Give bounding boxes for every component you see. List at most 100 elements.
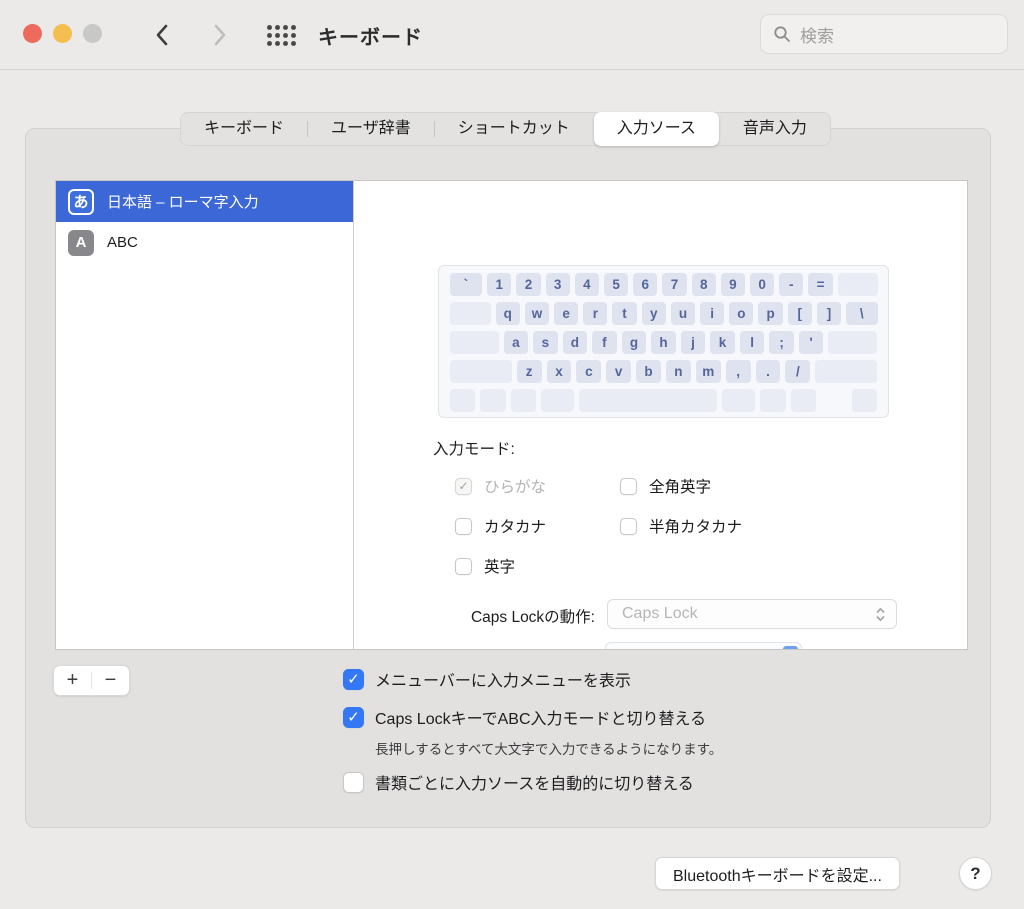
key-5: 5: [603, 273, 629, 296]
search-placeholder: 検索: [800, 26, 834, 46]
keyboard-row: z x c v b n m,. /: [447, 360, 880, 383]
input-source-label: 日本語 – ローマ字入力: [107, 194, 259, 211]
tab-3[interactable]: ショートカット: [435, 112, 593, 146]
key-d: d: [562, 331, 588, 354]
checkbox[interactable]: [620, 477, 637, 495]
key-4: 4: [574, 273, 599, 296]
key-w: w: [524, 302, 550, 325]
option-checkbox-row[interactable]: ✓ メニューバーに入力メニューを表示: [343, 667, 722, 691]
system-preferences-window: キーボード 検索 キーボード ユーザ辞書 ショートカット 入力ソース 音声入力 あ日本語…: [0, 0, 1024, 909]
key-q: q: [495, 302, 520, 325]
checkbox-label: メニューバーに入力メニューを表示: [375, 673, 631, 690]
input-source-label: ABC: [107, 234, 138, 251]
blank-key: [790, 389, 817, 412]
minimize-button[interactable]: [53, 24, 72, 43]
key-z: z: [516, 360, 542, 383]
key-v: v: [606, 360, 632, 383]
key-o: o: [729, 302, 754, 325]
show-all-grid-icon[interactable]: [267, 25, 296, 46]
key-x: x: [546, 360, 572, 383]
space-key: [579, 389, 718, 412]
keyboard-row: ` 1 2 3 4 5 6 7 8 9 0- =: [447, 273, 880, 296]
key-3: 3: [545, 273, 570, 296]
key-r: r: [583, 302, 608, 325]
input-source-badge: あ: [68, 188, 94, 215]
tab-1[interactable]: キーボード: [181, 112, 307, 146]
checkbox-label: 英字: [484, 559, 516, 576]
input-source-row[interactable]: A ABC: [56, 222, 353, 263]
close-button[interactable]: [23, 24, 42, 43]
checkbox[interactable]: [455, 517, 472, 535]
key-b: b: [636, 360, 661, 383]
blank-key: [722, 389, 756, 412]
key-[: [: [787, 302, 812, 325]
checkbox[interactable]: [620, 517, 637, 535]
key-7: 7: [662, 273, 687, 296]
key-': ': [798, 331, 824, 354]
key-y: y: [641, 302, 666, 325]
checkbox-label: 全角英字: [649, 479, 712, 496]
key-e: e: [554, 302, 579, 325]
tab-2[interactable]: ユーザ辞書: [308, 112, 434, 146]
checkbox[interactable]: [343, 771, 364, 793]
checkbox[interactable]: ✓: [343, 706, 364, 728]
tab-5[interactable]: 音声入力: [720, 112, 830, 146]
help-button[interactable]: ?: [959, 857, 992, 890]
keyboard-row: q w e r t y u i o p[] \: [447, 302, 880, 325]
caps-lock-action-label: Caps Lockの動作:: [470, 609, 595, 626]
checkbox[interactable]: [455, 557, 472, 575]
checkbox-label: カタカナ: [484, 519, 547, 536]
key-f: f: [592, 331, 617, 354]
option-checkbox-row[interactable]: 書類ごとに入力ソースを自動的に切り替える: [343, 770, 722, 794]
caps-lock-action-popup: Caps Lock: [607, 599, 897, 629]
checkbox-label: 半角カタカナ: [649, 519, 743, 536]
global-options: ✓ メニューバーに入力メニューを表示 ✓ Caps LockキーでABC入力モードと切…: [343, 667, 722, 794]
add-input-source-button[interactable]: +: [54, 666, 91, 695]
keyboard-row: [447, 389, 880, 412]
key-`: `: [449, 273, 483, 296]
option-checkbox-row[interactable]: ✓ Caps LockキーでABC入力モードと切り替える: [343, 705, 722, 729]
input-mode-option: ✓ ひらがな: [455, 476, 620, 496]
key-u: u: [670, 302, 696, 325]
input-mode-option[interactable]: カタカナ: [455, 516, 620, 536]
search-icon: [774, 26, 790, 42]
key--: -: [779, 273, 804, 296]
input-source-row[interactable]: あ日本語 – ローマ字入力: [56, 181, 353, 222]
input-source-panel: あ日本語 – ローマ字入力 A ABC ` 1 2 3 4 5 6 7 8 9 0- = q w e r t y u i o…: [55, 180, 968, 650]
input-mode-option[interactable]: 全角英字: [620, 476, 742, 496]
toolbar: キーボード 検索: [0, 0, 1024, 70]
tab-4[interactable]: 入力ソース: [593, 112, 719, 146]
blank-key: [480, 389, 506, 412]
input-mode-option[interactable]: 半角カタカナ: [620, 516, 742, 536]
input-source-detail: ` 1 2 3 4 5 6 7 8 9 0- = q w e r t y u i o p[] \ a s d f g h j k l; ' z x c…: [355, 181, 969, 649]
option-note: 長押しするとすべて大文字で入力できるようになります。: [375, 742, 723, 757]
key-1: 1: [487, 273, 512, 296]
updown-arrow-key: [821, 389, 847, 412]
remove-input-source-button[interactable]: −: [92, 666, 129, 695]
key-n: n: [665, 360, 691, 383]
popup-stepper-blue: [783, 646, 798, 649]
blank-key: [449, 302, 491, 325]
checkbox[interactable]: ✓: [343, 668, 364, 690]
input-mode-label: 入力モード:: [433, 441, 515, 458]
key-m: m: [695, 360, 721, 383]
setup-bluetooth-keyboard-button[interactable]: Bluetoothキーボードを設定...: [655, 857, 900, 890]
key-8: 8: [691, 273, 716, 296]
blank-key: [760, 389, 786, 412]
key-p: p: [758, 302, 783, 325]
key-t: t: [612, 302, 637, 325]
key-h: h: [651, 331, 676, 354]
blank-key: [837, 273, 878, 296]
blank-key: [449, 360, 512, 383]
blank-key: [541, 389, 575, 412]
window-title: キーボード: [318, 27, 423, 49]
key-;: ;: [769, 331, 794, 354]
checkbox-label: ひらがな: [484, 479, 547, 496]
input-mode-option[interactable]: 英字: [455, 556, 620, 576]
caps-lock-action-value: Caps Lock: [622, 605, 698, 622]
search-input[interactable]: 検索: [760, 14, 1008, 54]
key-6: 6: [633, 273, 658, 296]
key-]: ]: [816, 302, 842, 325]
key-i: i: [700, 302, 725, 325]
back-button[interactable]: [146, 19, 178, 51]
